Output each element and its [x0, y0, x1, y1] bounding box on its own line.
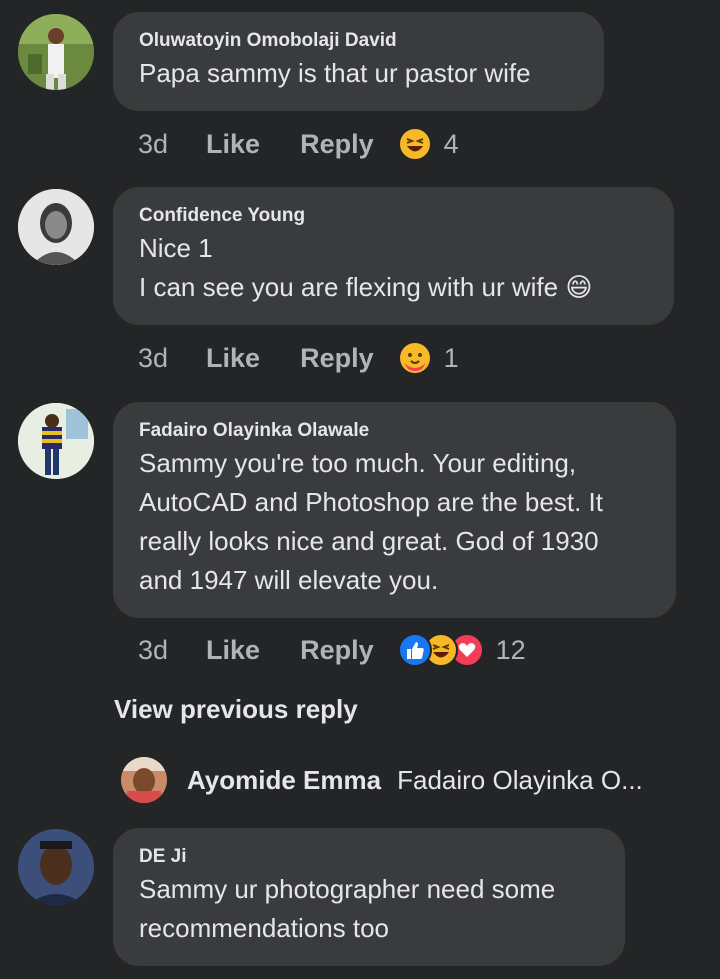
reaction-count: 12 [495, 634, 526, 665]
comment-time[interactable]: 3d [138, 343, 168, 374]
avatar-image [18, 403, 94, 479]
comment-text: Sammy you're too much. Your editing, [139, 448, 577, 478]
comment-text: recommendations too [139, 913, 390, 943]
laughing-emoji-icon [397, 127, 432, 161]
comment-text: I can see you are flexing with ur wife 😄 [139, 272, 593, 302]
reaction-count: 1 [443, 342, 459, 373]
avatar[interactable] [18, 189, 94, 265]
reply-button[interactable]: Reply [300, 635, 374, 666]
comment-text: AutoCAD and Photoshop are the best. It [139, 487, 603, 517]
avatar-image [18, 829, 94, 905]
avatar-image [121, 757, 167, 803]
reply-snippet: Fadairo Olayinka O... [397, 764, 643, 795]
comment-text: and 1947 will elevate you. [139, 565, 439, 595]
reactions[interactable]: 4 [397, 127, 459, 161]
comment-actions: 3d Like Reply 12 [138, 630, 526, 670]
avatar[interactable] [18, 829, 94, 905]
comment-bubble: Fadairo Olayinka Olawale Sammy you're to… [113, 402, 676, 618]
reply-preview[interactable]: Ayomide Emma Fadairo Olayinka O... [121, 755, 643, 805]
like-button[interactable]: Like [206, 343, 260, 374]
care-emoji-icon [397, 341, 432, 375]
like-thumb-icon [397, 633, 432, 667]
comment-author[interactable]: Fadairo Olayinka Olawale [139, 418, 650, 444]
comment-author[interactable]: Oluwatoyin Omobolaji David [139, 28, 578, 54]
reply-button[interactable]: Reply [300, 129, 374, 160]
reactions[interactable]: 12 [397, 633, 526, 667]
like-button[interactable]: Like [206, 635, 260, 666]
comment-bubble: DE Ji Sammy ur photographer need some re… [113, 828, 625, 966]
avatar[interactable] [18, 14, 94, 90]
comment-text: Sammy ur photographer need some [139, 874, 556, 904]
view-previous-reply-link[interactable]: View previous reply [114, 694, 358, 725]
avatar-image [18, 189, 94, 265]
comment-time[interactable]: 3d [138, 129, 168, 160]
comment-author[interactable]: DE Ji [139, 844, 599, 870]
reply-button[interactable]: Reply [300, 343, 374, 374]
comment-time[interactable]: 3d [138, 635, 168, 666]
avatar[interactable] [121, 757, 167, 803]
avatar-image [18, 14, 94, 90]
avatar[interactable] [18, 403, 94, 479]
comment-bubble: Confidence Young Nice 1 I can see you ar… [113, 187, 674, 325]
comment-actions: 3d Like Reply 4 [138, 124, 459, 164]
comment-text: Papa sammy is that ur pastor wife [139, 58, 531, 88]
reply-author[interactable]: Ayomide Emma [187, 765, 381, 796]
comment-bubble: Oluwatoyin Omobolaji David Papa sammy is… [113, 12, 604, 111]
comment-actions: 3d Like Reply 1 [138, 338, 459, 378]
like-button[interactable]: Like [206, 129, 260, 160]
reactions[interactable]: 1 [397, 341, 459, 375]
reaction-count: 4 [443, 128, 459, 159]
comment-text: really looks nice and great. God of 1930 [139, 526, 599, 556]
comment-text: Nice 1 [139, 233, 213, 263]
comment-author[interactable]: Confidence Young [139, 203, 648, 229]
